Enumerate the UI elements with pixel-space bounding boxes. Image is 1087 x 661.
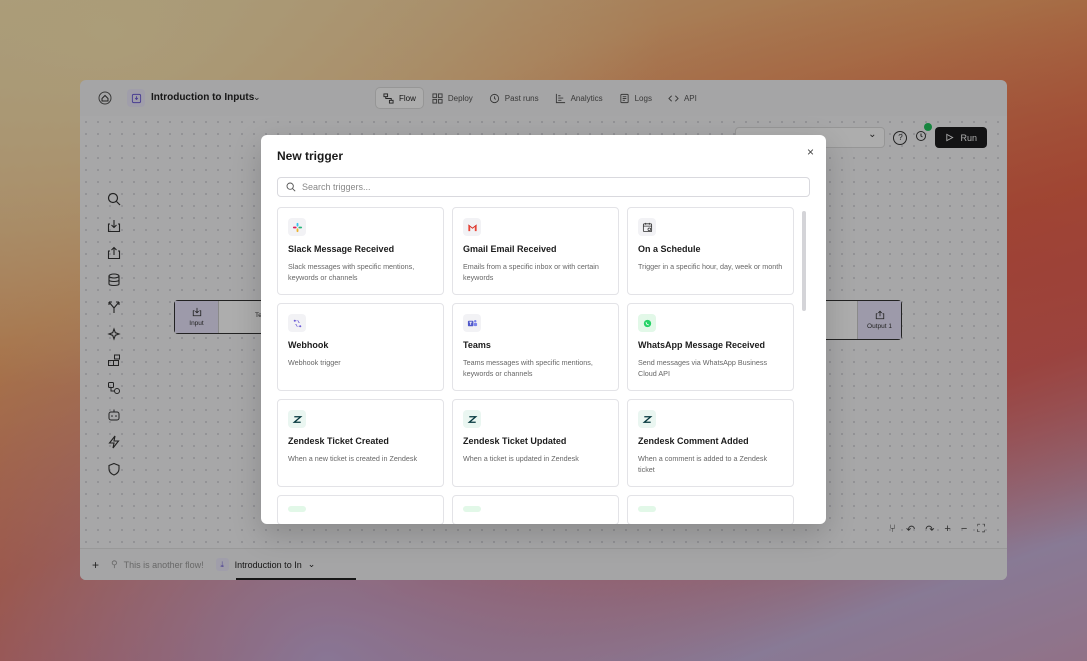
trigger-title: Zendesk Ticket Updated xyxy=(463,436,567,446)
trigger-title: Slack Message Received xyxy=(288,244,395,254)
whatsapp-icon xyxy=(638,314,656,332)
trigger-description: Emails from a specific inbox or with cer… xyxy=(463,262,599,283)
trigger-card-zendesk-created[interactable]: Zendesk Ticket Created When a new ticket… xyxy=(277,399,444,487)
trigger-title: WhatsApp Message Received xyxy=(638,340,766,350)
trigger-description: Slack messages with specific mentions, k… xyxy=(288,262,415,283)
search-box xyxy=(277,177,810,197)
search-input[interactable] xyxy=(302,182,782,192)
calendar-icon xyxy=(638,218,656,236)
trigger-icon xyxy=(463,506,481,512)
trigger-title: Zendesk Comment Added xyxy=(638,436,749,446)
zendesk-icon xyxy=(463,410,481,428)
trigger-title: On a Schedule xyxy=(638,244,701,254)
trigger-description: When a ticket is updated in Zendesk xyxy=(463,454,579,463)
trigger-description: When a comment is added to a Zendesk tic… xyxy=(638,454,768,475)
trigger-card-zendesk-updated[interactable]: Zendesk Ticket Updated When a ticket is … xyxy=(452,399,619,487)
trigger-title: Webhook xyxy=(288,340,329,350)
webhook-icon xyxy=(288,314,306,332)
teams-icon xyxy=(463,314,481,332)
trigger-card-zendesk-comment[interactable]: Zendesk Comment Added When a comment is … xyxy=(627,399,794,487)
trigger-card-partial[interactable] xyxy=(627,495,794,524)
trigger-card-webhook[interactable]: Webhook Webhook trigger xyxy=(277,303,444,391)
trigger-card-gmail[interactable]: Gmail Email Received Emails from a speci… xyxy=(452,207,619,295)
trigger-title: Zendesk Ticket Created xyxy=(288,436,389,446)
trigger-card-partial[interactable] xyxy=(277,495,444,524)
trigger-description: When a new ticket is created in Zendesk xyxy=(288,454,418,463)
search-icon xyxy=(286,182,296,192)
gmail-icon xyxy=(463,218,481,236)
trigger-card-partial[interactable] xyxy=(452,495,619,524)
slack-icon xyxy=(288,218,306,236)
new-trigger-dialog: New trigger × Slack Message Received Sla… xyxy=(261,135,826,524)
trigger-icon xyxy=(288,506,306,512)
trigger-card-whatsapp[interactable]: WhatsApp Message Received Send messages … xyxy=(627,303,794,391)
dialog-title: New trigger xyxy=(277,149,344,163)
trigger-grid: Slack Message Received Slack messages wi… xyxy=(277,207,795,524)
trigger-icon xyxy=(638,506,656,512)
zendesk-icon xyxy=(288,410,306,428)
trigger-description: Trigger in a specific hour, day, week or… xyxy=(638,262,783,271)
zendesk-icon xyxy=(638,410,656,428)
trigger-title: Gmail Email Received xyxy=(463,244,557,254)
trigger-description: Teams messages with specific mentions, k… xyxy=(463,358,593,379)
trigger-list-scrollbar[interactable] xyxy=(802,211,806,311)
trigger-card-teams[interactable]: Teams Teams messages with specific menti… xyxy=(452,303,619,391)
trigger-card-slack[interactable]: Slack Message Received Slack messages wi… xyxy=(277,207,444,295)
trigger-description: Send messages via WhatsApp Business Clou… xyxy=(638,358,768,379)
close-icon[interactable]: × xyxy=(807,145,814,159)
trigger-description: Webhook trigger xyxy=(288,358,341,367)
trigger-title: Teams xyxy=(463,340,491,350)
trigger-card-schedule[interactable]: On a Schedule Trigger in a specific hour… xyxy=(627,207,794,295)
